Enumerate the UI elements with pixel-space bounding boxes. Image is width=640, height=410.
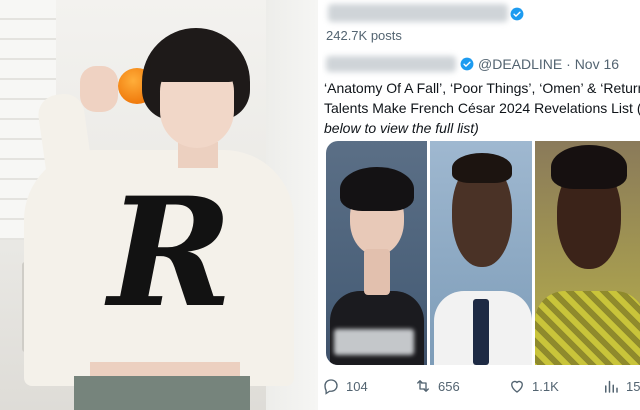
verified-badge-icon (460, 57, 474, 71)
tweet-date[interactable]: Nov 16 (575, 56, 619, 72)
tweet-actions: 104 656 1.1K 15 (322, 372, 640, 398)
views-button[interactable]: 15 (602, 376, 640, 396)
blurred-caption (334, 329, 414, 355)
views-icon (605, 380, 618, 393)
repost-count: 656 (438, 378, 460, 394)
tweet-text-line3: below to view the full list) (324, 120, 479, 136)
repost-button[interactable]: 656 (414, 376, 460, 396)
photo-1-hair (340, 167, 414, 211)
photo-1-neck (364, 249, 390, 295)
reply-icon (324, 379, 338, 395)
photo-2-hair (452, 153, 512, 183)
hand (80, 66, 118, 112)
photo-2-tie (473, 299, 489, 365)
person-head (142, 28, 250, 152)
blurred-account-name (328, 4, 508, 22)
like-icon (511, 380, 523, 393)
posts-count: 242.7K posts (326, 28, 402, 43)
tweet-media[interactable] (326, 141, 640, 365)
author-handle[interactable]: @DEADLINE (478, 56, 562, 72)
tweet-text: ‘Anatomy Of A Fall’, ‘Poor Things’, ‘Ome… (324, 78, 640, 138)
like-button[interactable]: 1.1K (508, 376, 559, 396)
sweater-r-graphic: R (108, 165, 233, 341)
tweet-panel: 242.7K posts @DEADLINE · Nov 16 ‘Anatomy… (322, 0, 640, 410)
blurred-author-name (326, 56, 456, 72)
tweet-text-line1: ‘Anatomy Of A Fall’, ‘Poor Things’, ‘Ome… (324, 80, 640, 96)
left-photo: R (0, 0, 318, 410)
hair-fringe (150, 42, 242, 82)
reply-count: 104 (346, 378, 368, 394)
tweet-text-line2: Talents Make French César 2024 Revelatio… (324, 100, 640, 116)
author-handle-row[interactable]: @DEADLINE · Nov 16 (478, 56, 619, 72)
reply-button[interactable]: 104 (322, 376, 368, 396)
jeans (74, 376, 250, 410)
like-count: 1.1K (532, 378, 559, 394)
repost-icon (417, 380, 429, 392)
photo-3-dress (535, 291, 640, 365)
media-photo-1[interactable] (326, 141, 427, 365)
media-photo-2[interactable] (430, 141, 532, 365)
photo-3-hair (551, 145, 627, 189)
verified-badge-icon (510, 7, 524, 21)
media-photo-3[interactable] (535, 141, 640, 365)
views-count: 15 (626, 378, 640, 394)
separator-dot: · (566, 56, 571, 72)
